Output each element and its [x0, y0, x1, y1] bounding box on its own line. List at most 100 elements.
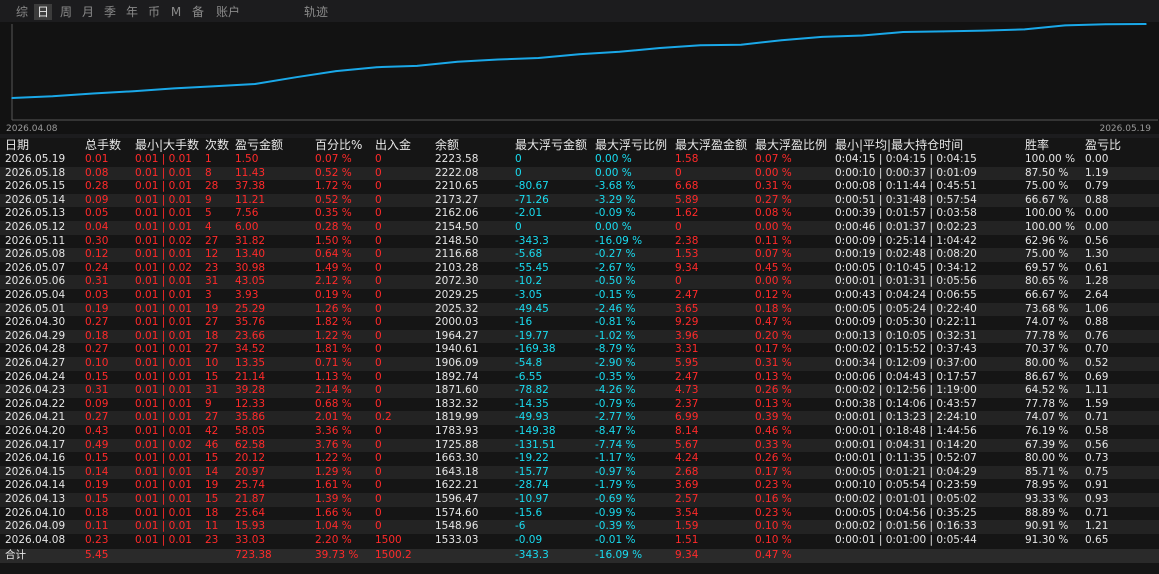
cell-hold-time: 0:00:38 | 0:14:06 | 0:43:57	[835, 397, 977, 410]
header-max-float-loss-ratio[interactable]: 最大浮亏比例	[595, 138, 673, 153]
header-pnl-ratio[interactable]: 盈亏比	[1085, 138, 1155, 153]
cell-max-float-profit-ratio: 0.31 %	[755, 357, 792, 369]
cell-pnl-ratio: 0.93	[1085, 493, 1109, 505]
cell-balance: 2223.58	[435, 153, 479, 165]
cell-max-float-profit: 5.95	[675, 357, 699, 369]
cell-max-float-profit: 1.53	[675, 248, 699, 261]
header-balance[interactable]: 余额	[435, 138, 513, 153]
cell-max-float-loss: -343.3	[515, 234, 549, 247]
cell-pnl-ratio: 2.64	[1085, 289, 1109, 301]
cell-pnl-ratio: 0.00	[1085, 221, 1109, 233]
header-date[interactable]: 日期	[5, 138, 85, 153]
cell-max-float-profit: 3.96	[675, 329, 699, 342]
equity-point-25	[1023, 28, 1026, 31]
header-min-max-lots[interactable]: 最小|大手数	[135, 138, 203, 153]
cell-pnl-ratio: 1.30	[1085, 248, 1109, 261]
cell-max-float-profit: 2.38	[675, 234, 699, 247]
tab-9[interactable]: 账户	[214, 4, 242, 20]
cell-pnl-ratio: 0.75	[1085, 465, 1109, 478]
tab-6[interactable]: 币	[146, 4, 162, 20]
cell-hold-time: 0:00:09 | 0:25:14 | 1:04:42	[835, 234, 977, 247]
header-percent[interactable]: 百分比%	[315, 138, 373, 153]
cell-count: 4	[205, 221, 212, 233]
cell-balance: 1871.60	[435, 384, 479, 397]
table-row: 2026.05.04 0.03 0.01 | 0.01 3 3.93 0.19 % 0 202…	[0, 289, 1159, 303]
tab-10[interactable]: 轨迹	[302, 4, 330, 20]
cell-win-rate: 80.65 %	[1025, 275, 1069, 288]
header-win-rate[interactable]: 胜率	[1025, 138, 1083, 153]
cell-pnl-ratio: 1.19	[1085, 166, 1109, 179]
cell-count: 12	[205, 248, 219, 261]
cell-max-float-loss-ratio: -0.01 %	[595, 533, 636, 546]
header-max-float-loss[interactable]: 最大浮亏金额	[515, 138, 593, 153]
cell-total-lots: 0.27	[85, 316, 109, 329]
header-hold-time[interactable]: 最小|平均|最大持仓时间	[835, 138, 1023, 153]
cell-max-float-loss: -71.26	[515, 193, 549, 206]
cell-hold-time: 0:00:02 | 0:01:01 | 0:05:02	[835, 493, 977, 505]
cell-date: 2026.05.14	[5, 193, 66, 206]
cell-balance: 2162.06	[435, 207, 479, 220]
cell-deposit-withdraw: 0	[375, 343, 382, 356]
cell-max-float-loss: -15.6	[515, 506, 543, 519]
header-count[interactable]: 次数	[205, 138, 233, 153]
equity-point-23	[942, 30, 945, 33]
cell-max-float-loss: -54.8	[515, 357, 543, 369]
cell-max-float-loss: -14.35	[515, 397, 549, 410]
cell-max-float-profit: 2.47	[675, 370, 699, 383]
cell-win-rate: 100.00 %	[1025, 153, 1076, 165]
cell-date: 2026.04.15	[5, 465, 66, 478]
tab-3[interactable]: 月	[80, 4, 96, 20]
cell-min-max-lots: 0.01 | 0.01	[135, 452, 192, 465]
period-tab-bar: 综日周月季年币 M 备账户 轨迹	[0, 0, 1159, 22]
table-row: 2026.05.06 0.31 0.01 | 0.01 31 43.05 2.12 % 0 2…	[0, 275, 1159, 289]
tab-1[interactable]: 日	[34, 4, 52, 20]
cell-date: 2026.05.08	[5, 248, 66, 261]
cell-percent: 1.66 %	[315, 506, 352, 519]
cell-min-max-lots: 0.01 | 0.01	[135, 465, 192, 478]
cell-max-float-loss: -28.74	[515, 479, 549, 492]
cell-max-float-loss: -49.93	[515, 411, 549, 424]
tab-7[interactable]: M	[170, 4, 182, 20]
cell-win-rate: 62.96 %	[1025, 234, 1069, 247]
cell-win-rate: 75.00 %	[1025, 180, 1069, 193]
equity-point-11	[456, 60, 459, 63]
header-pnl-amount[interactable]: 盈亏金额	[235, 138, 313, 153]
cell-min-max-lots: 0.01 | 0.01	[135, 302, 192, 315]
table-row: 2026.05.15 0.28 0.01 | 0.01 28 37.38 1.72 % 0 2…	[0, 180, 1159, 194]
cell-pnl-ratio: 0.61	[1085, 261, 1109, 274]
cell-pnl-amount: 43.05	[235, 275, 266, 288]
tab-0[interactable]: 综	[14, 4, 30, 20]
cell-date: 2026.04.16	[5, 452, 66, 465]
header-max-float-profit[interactable]: 最大浮盈金额	[675, 138, 753, 153]
table-row: 2026.04.08 0.23 0.01 | 0.01 23 33.03 2.20 % 15…	[0, 534, 1159, 548]
total-max-float-loss: -343.3	[515, 549, 549, 562]
cell-hold-time: 0:00:02 | 0:12:56 | 1:19:00	[835, 384, 977, 397]
header-max-float-profit-ratio[interactable]: 最大浮盈比例	[755, 138, 833, 153]
tab-8[interactable]: 备	[190, 4, 206, 20]
cell-count: 18	[205, 329, 219, 342]
cell-pnl-amount: 30.98	[235, 261, 266, 274]
cell-max-float-loss-ratio: -0.35 %	[595, 370, 636, 383]
tab-2[interactable]: 周	[58, 4, 74, 20]
tab-5[interactable]: 年	[124, 4, 140, 20]
tab-4[interactable]: 季	[102, 4, 118, 20]
cell-total-lots: 0.09	[85, 193, 109, 206]
cell-date: 2026.04.30	[5, 316, 66, 329]
cell-count: 15	[205, 493, 219, 505]
cell-balance: 1819.99	[435, 411, 479, 424]
cell-total-lots: 0.15	[85, 370, 109, 383]
cell-pnl-amount: 35.76	[235, 316, 266, 329]
cell-count: 19	[205, 479, 219, 492]
cell-pnl-ratio: 0.71	[1085, 506, 1109, 519]
cell-max-float-profit: 4.73	[675, 384, 699, 397]
cell-max-float-profit: 2.57	[675, 493, 699, 505]
cell-max-float-profit-ratio: 0.18 %	[755, 302, 792, 315]
cell-pnl-amount: 39.28	[235, 384, 266, 397]
cell-balance: 1940.61	[435, 343, 479, 356]
header-total-lots[interactable]: 总手数	[85, 138, 133, 153]
cell-max-float-profit-ratio: 0.08 %	[755, 207, 792, 220]
cell-total-lots: 0.27	[85, 343, 109, 356]
header-deposit-withdraw[interactable]: 出入金	[375, 138, 433, 153]
cell-count: 46	[205, 438, 219, 451]
cell-pnl-ratio: 0.91	[1085, 479, 1109, 492]
